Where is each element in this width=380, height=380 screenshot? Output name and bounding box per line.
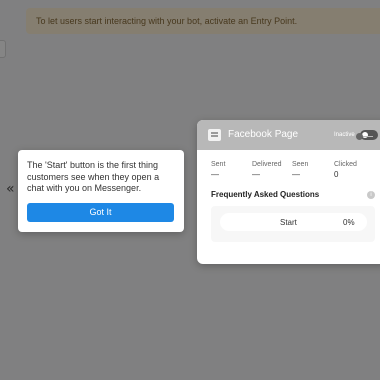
card-header: Facebook Page Inactive (197, 120, 380, 150)
faq-item-label: Start (280, 218, 297, 227)
faq-section-title: Frequently Asked Questions (211, 190, 320, 199)
collapse-chevron-icon[interactable]: « (6, 182, 15, 196)
connector-handle-icon[interactable] (356, 133, 363, 140)
got-it-button[interactable]: Got It (27, 203, 174, 222)
stat-label-seen: Seen (292, 161, 309, 168)
connector-line (363, 136, 373, 137)
status-label: Inactive (334, 132, 355, 138)
stat-label-clicked: Clicked (334, 161, 357, 168)
faq-item-click-rate: 0% (343, 218, 355, 227)
stat-value-delivered: — (252, 170, 260, 179)
stat-label-delivered: Delivered (252, 161, 282, 168)
onboarding-tooltip: The 'Start' button is the first thing cu… (18, 150, 184, 232)
faq-item-start[interactable]: Start 0% (220, 213, 367, 231)
stat-label-sent: Sent (211, 161, 226, 168)
stat-value-clicked: 0 (334, 170, 339, 179)
stat-value-sent: — (211, 170, 219, 179)
facebook-page-icon (208, 129, 221, 141)
facebook-page-entry-card[interactable]: Facebook Page Inactive Sent — Delivered … (197, 120, 380, 264)
tooltip-text: The 'Start' button is the first thing cu… (27, 160, 160, 193)
stat-value-seen: — (292, 170, 300, 179)
faq-list: Start 0% (211, 206, 375, 242)
info-icon[interactable]: i (367, 191, 375, 199)
card-title: Facebook Page (228, 129, 299, 140)
